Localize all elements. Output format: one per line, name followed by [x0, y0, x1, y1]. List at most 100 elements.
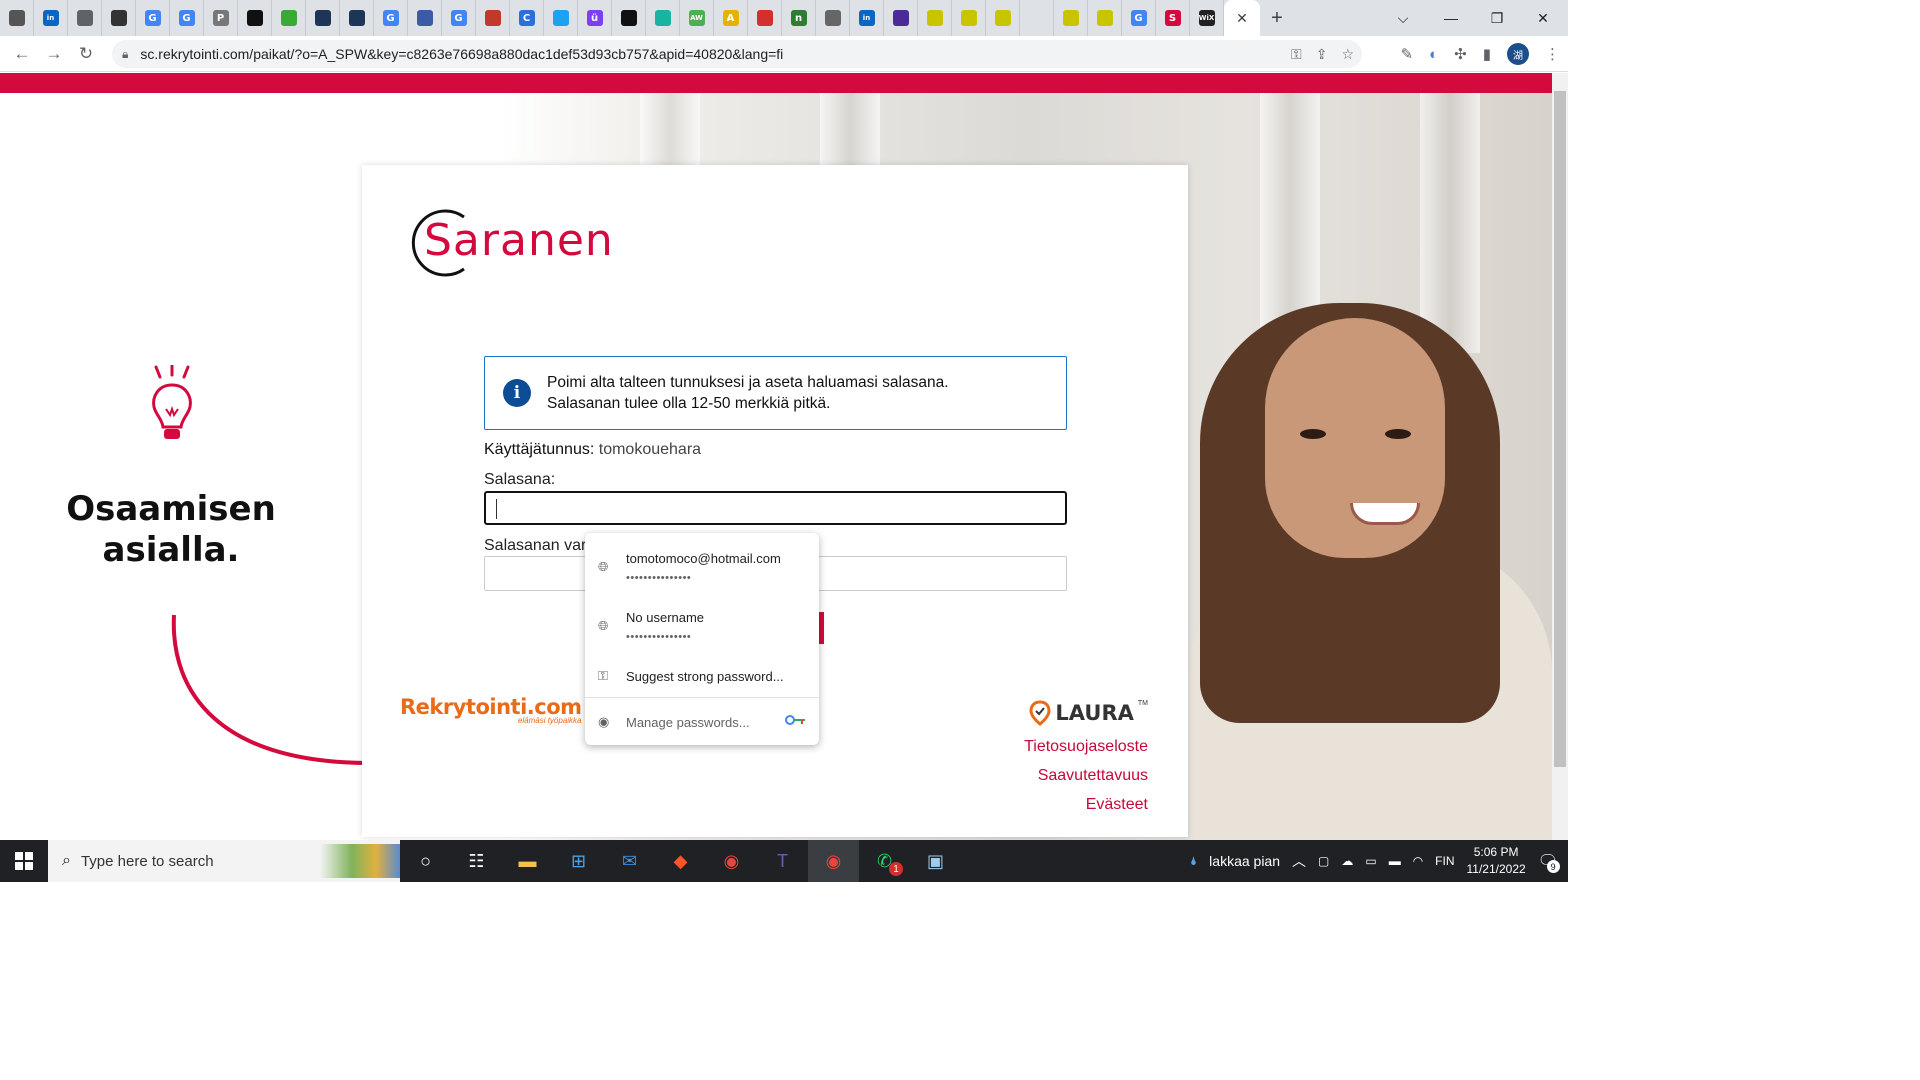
photos-icon[interactable]: ▣ — [910, 840, 961, 882]
wifi-icon[interactable]: ◠ — [1413, 854, 1423, 868]
google-icon: G — [144, 10, 161, 26]
menu-dots-icon[interactable]: ⋮ — [1545, 45, 1560, 63]
windows-start-button[interactable] — [0, 840, 48, 882]
browser-tab[interactable] — [476, 0, 510, 36]
browser-tab[interactable]: WiX — [1190, 0, 1224, 36]
browser-tab[interactable] — [918, 0, 952, 36]
manage-passwords-label: Manage passwords... — [626, 715, 750, 730]
profile-avatar[interactable]: 湖 — [1507, 43, 1529, 65]
close-tab-icon[interactable]: ✕ — [1236, 10, 1248, 27]
language-indicator[interactable]: FIN — [1435, 854, 1454, 868]
back-icon[interactable]: ← — [6, 38, 38, 70]
chrome-active-icon[interactable]: ◉ — [808, 840, 859, 882]
browser-tab[interactable] — [986, 0, 1020, 36]
browser-tab[interactable]: P — [204, 0, 238, 36]
minimize-button[interactable]: — — [1428, 0, 1474, 36]
task-view-icon[interactable]: ○ — [400, 840, 451, 882]
battery-icon[interactable]: ▬ — [1389, 854, 1401, 868]
browser-tab[interactable]: G — [1122, 0, 1156, 36]
scrollbar-thumb[interactable] — [1554, 91, 1566, 767]
taskbar-search[interactable]: ⌕ Type here to search — [48, 840, 400, 882]
close-window-button[interactable]: ✕ — [1520, 0, 1566, 36]
whatsapp-icon[interactable]: ✆ 1 — [859, 840, 910, 882]
browser-tab[interactable]: G — [374, 0, 408, 36]
clock[interactable]: 5:06 PM 11/21/2022 — [1467, 844, 1526, 878]
teams-icon[interactable]: T — [757, 840, 808, 882]
store-icon[interactable]: ⊞ — [553, 840, 604, 882]
browser-tab[interactable] — [0, 0, 34, 36]
lock-icon[interactable]: 🔒︎ — [122, 47, 128, 62]
browser-tab[interactable]: n — [782, 0, 816, 36]
browser-tab[interactable] — [748, 0, 782, 36]
share-icon[interactable]: ⇪ — [1316, 46, 1328, 63]
browser-tab[interactable] — [68, 0, 102, 36]
mail-icon[interactable]: ✉ — [604, 840, 655, 882]
show-hidden-icons[interactable]: ︿ — [1292, 851, 1306, 871]
file-explorer-icon[interactable]: ▬ — [502, 840, 553, 882]
browser-tab[interactable]: AW — [680, 0, 714, 36]
entry-password: ••••••••••••••• — [626, 631, 692, 643]
new-tab-button[interactable]: + — [1260, 7, 1294, 30]
browser-tab[interactable] — [102, 0, 136, 36]
browser-tab[interactable] — [1054, 0, 1088, 36]
browser-tab[interactable] — [952, 0, 986, 36]
forward-icon[interactable]: → — [38, 38, 70, 70]
brave-icon[interactable]: ◆ — [655, 840, 706, 882]
browser-tab[interactable]: in — [850, 0, 884, 36]
accessibility-link[interactable]: Saavutettavuus — [1038, 767, 1148, 785]
browser-tab[interactable] — [1020, 0, 1054, 36]
clock-date: 11/21/2022 — [1466, 862, 1526, 876]
notifications-icon[interactable]: 🗨︎ 9 — [1538, 851, 1560, 873]
browser-tab[interactable] — [646, 0, 680, 36]
eyedropper-extension-icon[interactable]: ✎ — [1401, 45, 1414, 63]
browser-tab[interactable] — [238, 0, 272, 36]
address-bar[interactable]: 🔒︎ sc.rekrytointi.com/paikat/?o=A_SPW&ke… — [112, 40, 1362, 68]
bird-icon — [552, 10, 569, 26]
puzzle-icon[interactable]: ✣ — [1454, 45, 1467, 63]
linkedin-icon: in — [858, 10, 875, 26]
browser-tab[interactable]: G — [442, 0, 476, 36]
extension-icon[interactable]: ◐ — [1429, 46, 1438, 63]
page-scrollbar[interactable] — [1552, 73, 1568, 840]
bookmark-star-icon[interactable]: ☆ — [1341, 46, 1354, 63]
browser-tab[interactable]: G — [136, 0, 170, 36]
browser-tab[interactable] — [272, 0, 306, 36]
onedrive-icon[interactable]: ☁ — [1341, 854, 1353, 868]
side-panel-icon[interactable]: ▮ — [1483, 45, 1491, 63]
heart-icon — [654, 10, 671, 26]
manage-passwords-item[interactable]: ◉ Manage passwords... — [585, 705, 819, 737]
browser-tab[interactable]: C — [510, 0, 544, 36]
widgets-icon[interactable]: ☷ — [451, 840, 502, 882]
tab-search-icon[interactable]: ⌵ — [1380, 0, 1426, 36]
password-input[interactable] — [484, 491, 1067, 525]
browser-tab[interactable] — [1088, 0, 1122, 36]
key-icon[interactable]: ⚿ — [1291, 46, 1302, 63]
password-confirm-label: Salasanan varı — [484, 537, 591, 554]
browser-tab[interactable]: in — [34, 0, 68, 36]
browser-tab[interactable] — [612, 0, 646, 36]
monitor-icon[interactable]: ▭ — [1365, 854, 1376, 868]
saved-password-entry[interactable]: 🌐︎ No username ••••••••••••••• — [585, 600, 819, 652]
browser-tab[interactable] — [306, 0, 340, 36]
maximize-button[interactable]: ❐ — [1474, 0, 1520, 36]
doc-icon — [8, 10, 25, 26]
cookies-link[interactable]: Evästeet — [1086, 796, 1148, 814]
saved-password-entry[interactable]: 🌐︎ tomotomoco@hotmail.com ••••••••••••••… — [585, 541, 819, 593]
browser-tab[interactable]: A — [714, 0, 748, 36]
chrome-icon[interactable]: ◉ — [706, 840, 757, 882]
active-tab[interactable]: ✕ — [1224, 0, 1260, 36]
browser-tab[interactable] — [408, 0, 442, 36]
browser-tab[interactable]: S — [1156, 0, 1190, 36]
reload-icon[interactable]: ↻ — [70, 38, 102, 70]
privacy-policy-link[interactable]: Tietosuojaseloste — [1024, 738, 1148, 756]
browser-tab[interactable] — [340, 0, 374, 36]
weather-text[interactable]: lakkaa pian — [1209, 853, 1280, 869]
weather-icon[interactable]: 🌢︎ — [1190, 854, 1197, 869]
browser-tab[interactable] — [544, 0, 578, 36]
meet-icon[interactable]: ▢ — [1318, 854, 1329, 868]
browser-tab[interactable] — [816, 0, 850, 36]
browser-tab[interactable]: ü — [578, 0, 612, 36]
browser-tab[interactable] — [884, 0, 918, 36]
browser-tab[interactable]: G — [170, 0, 204, 36]
suggest-password-item[interactable]: ⚿ Suggest strong password... — [585, 661, 819, 691]
